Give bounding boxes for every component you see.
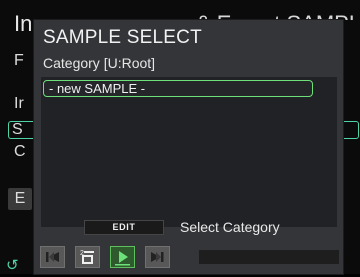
background-title-suffix: & Export SAMPLE <box>196 11 360 20</box>
list-item-new-sample[interactable]: - new SAMPLE - <box>43 80 313 97</box>
skip-next-button[interactable] <box>145 246 170 268</box>
list-button[interactable]: 2 <box>75 246 100 268</box>
dialog-title: SAMPLE SELECT <box>43 27 202 48</box>
background-row-f: F <box>14 52 24 69</box>
background-row-e: E <box>8 188 32 210</box>
background-title-suffix-clip: & Export SAMPLE <box>0 0 360 20</box>
edit-description: Select Category <box>180 219 280 235</box>
list-icon: 2 <box>80 250 94 264</box>
play-button[interactable] <box>110 246 135 268</box>
dialog-category-path: Category [U:Root] <box>43 55 156 71</box>
play-icon <box>115 251 130 266</box>
background-row-i: Ir <box>14 95 24 112</box>
progress-bar <box>199 250 339 264</box>
skip-previous-button[interactable] <box>40 246 65 268</box>
skip-previous-icon <box>46 252 59 262</box>
background-row-c: C <box>14 143 26 160</box>
background-row-s-right-edge <box>343 121 359 139</box>
sample-select-dialog: SAMPLE SELECT Category [U:Root] - new SA… <box>34 20 343 274</box>
sample-list[interactable]: - new SAMPLE - <box>41 77 337 227</box>
skip-next-icon <box>151 252 164 262</box>
edit-button[interactable]: EDIT <box>84 220 164 235</box>
refresh-icon: ↺ <box>6 257 19 274</box>
